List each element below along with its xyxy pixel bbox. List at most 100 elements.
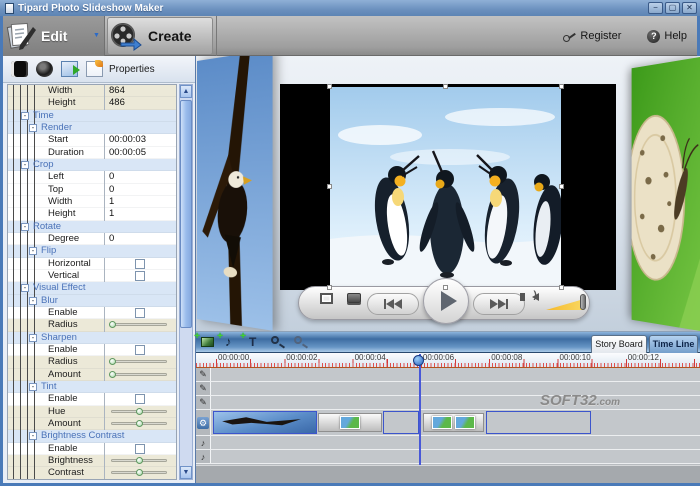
hue-value-cell[interactable] bbox=[104, 405, 176, 418]
brightness-value-cell[interactable] bbox=[104, 454, 176, 468]
properties-icon[interactable] bbox=[86, 60, 103, 77]
mute-button[interactable] bbox=[519, 290, 543, 301]
collapse-toggle[interactable]: - bbox=[29, 247, 37, 256]
slider-thumb[interactable] bbox=[136, 469, 143, 477]
enable-checkbox[interactable] bbox=[135, 344, 145, 355]
section-sharpen[interactable]: - Sharpen bbox=[8, 331, 176, 344]
collapse-toggle[interactable]: - bbox=[29, 123, 37, 132]
enable-value-cell[interactable] bbox=[104, 442, 176, 455]
enable-checkbox[interactable] bbox=[135, 394, 145, 405]
radius-slider[interactable] bbox=[109, 358, 167, 366]
scroll-down-arrow[interactable]: ▼ bbox=[180, 466, 192, 479]
section-render[interactable]: - Render bbox=[8, 121, 176, 135]
brightness-slider[interactable] bbox=[111, 457, 167, 464]
selection-handle[interactable] bbox=[327, 84, 332, 89]
enable-value-cell[interactable] bbox=[104, 306, 176, 320]
selection-handle[interactable] bbox=[442, 84, 448, 89]
selection-handle[interactable] bbox=[327, 184, 332, 189]
clip-transition[interactable] bbox=[318, 413, 382, 432]
panel-scrollbar[interactable]: ▲ ▼ bbox=[179, 84, 193, 480]
scroll-up-arrow[interactable]: ▲ bbox=[180, 85, 192, 98]
transition-icon[interactable] bbox=[61, 61, 80, 77]
selection-handle[interactable] bbox=[442, 285, 448, 290]
music-note-icon[interactable]: ♪ bbox=[201, 452, 206, 462]
amount-slider[interactable] bbox=[109, 370, 167, 378]
collapse-toggle[interactable]: - bbox=[21, 222, 29, 231]
amount-slider[interactable] bbox=[111, 420, 167, 428]
edit-dropdown-arrow[interactable]: ▼ bbox=[93, 32, 100, 39]
height-value-cell[interactable]: 1 bbox=[104, 208, 176, 221]
slider-thumb[interactable] bbox=[109, 370, 116, 378]
next-button[interactable] bbox=[473, 293, 525, 315]
contrast-slider[interactable] bbox=[111, 469, 167, 477]
collapse-toggle[interactable]: - bbox=[29, 296, 37, 305]
edit-button[interactable]: Edit ▼ bbox=[3, 16, 105, 56]
slider-thumb[interactable] bbox=[136, 407, 143, 415]
clip-penguins[interactable] bbox=[383, 411, 419, 434]
track-text-0[interactable]: ✎ bbox=[196, 368, 700, 382]
radius-slider[interactable] bbox=[109, 321, 167, 329]
selection-handle[interactable] bbox=[559, 184, 564, 189]
width-value-cell[interactable]: 1 bbox=[104, 195, 176, 209]
maximize-button[interactable]: ▢ bbox=[665, 2, 680, 14]
top-value-cell[interactable]: 0 bbox=[104, 183, 176, 196]
scrollbar-thumb[interactable] bbox=[180, 100, 192, 328]
collapse-toggle[interactable]: - bbox=[21, 160, 29, 169]
minimize-button[interactable]: − bbox=[648, 2, 663, 14]
tab-time-line[interactable]: Time Line bbox=[649, 335, 698, 353]
lens-icon[interactable] bbox=[36, 61, 53, 77]
section-blur[interactable]: - Blur bbox=[8, 294, 176, 307]
clip-butterfly[interactable] bbox=[486, 411, 591, 434]
playhead-knob[interactable] bbox=[413, 355, 424, 366]
preview-photo-butterfly[interactable] bbox=[632, 57, 700, 331]
clip-eagle[interactable] bbox=[213, 411, 317, 434]
degree-value-cell[interactable]: 0 bbox=[104, 232, 176, 246]
register-button[interactable]: Register bbox=[563, 30, 621, 43]
track-audio-4[interactable]: ♪ bbox=[196, 436, 700, 450]
pencil-icon[interactable]: ✎ bbox=[199, 369, 207, 380]
preview-photo-penguins[interactable] bbox=[327, 84, 564, 290]
timeline-ruler[interactable]: 00:00:00 00:00:02 00:00:04 00:00:06 00:00:08… bbox=[196, 353, 700, 368]
create-button[interactable]: Create bbox=[107, 17, 213, 55]
duration-value-cell[interactable]: 00:00:05 bbox=[104, 146, 176, 159]
playhead-line[interactable] bbox=[419, 354, 421, 465]
selection-handle[interactable] bbox=[559, 285, 564, 290]
vertical-checkbox[interactable] bbox=[135, 270, 145, 281]
amount-value-cell[interactable] bbox=[104, 417, 176, 431]
section-brightness-contrast[interactable]: - Brightness Contrast bbox=[8, 430, 176, 443]
left-value-cell[interactable]: 0 bbox=[104, 171, 176, 184]
section-visual-effect[interactable]: - Visual Effect bbox=[8, 282, 176, 295]
collapse-toggle[interactable]: - bbox=[29, 333, 37, 342]
horizontal-value-cell[interactable] bbox=[104, 257, 176, 270]
pencil-icon[interactable]: ✎ bbox=[199, 397, 207, 408]
selection-handle[interactable] bbox=[327, 285, 332, 290]
start-value-cell[interactable]: 00:00:03 bbox=[104, 134, 176, 147]
amount-value-cell[interactable] bbox=[104, 368, 176, 381]
slider-thumb[interactable] bbox=[136, 420, 143, 428]
section-time[interactable]: - Time bbox=[8, 109, 176, 122]
track-audio-5[interactable]: ♪ bbox=[196, 450, 700, 464]
radius-value-cell[interactable] bbox=[104, 356, 176, 369]
contrast-value-cell[interactable] bbox=[104, 467, 176, 479]
section-crop[interactable]: - Crop bbox=[8, 158, 176, 172]
vertical-value-cell[interactable] bbox=[104, 269, 176, 283]
enable-checkbox[interactable] bbox=[135, 307, 145, 318]
film-frame-icon[interactable] bbox=[11, 61, 28, 77]
fit-screen-button[interactable] bbox=[317, 293, 335, 304]
gear-icon[interactable]: ⚙ bbox=[197, 416, 209, 429]
snapshot-button[interactable] bbox=[345, 293, 363, 303]
section-tint[interactable]: - Tint bbox=[8, 380, 176, 394]
volume-knob[interactable] bbox=[580, 294, 586, 310]
track-text-1[interactable]: ✎ bbox=[196, 382, 700, 396]
section-flip[interactable]: - Flip bbox=[8, 245, 176, 258]
pencil-icon[interactable]: ✎ bbox=[199, 383, 207, 394]
enable-checkbox[interactable] bbox=[135, 443, 145, 454]
track-video-3[interactable]: ⚙ bbox=[196, 410, 700, 436]
slider-thumb[interactable] bbox=[109, 321, 116, 329]
horizontal-checkbox[interactable] bbox=[135, 258, 145, 269]
close-button[interactable]: ✕ bbox=[682, 2, 697, 14]
selection-handle[interactable] bbox=[559, 84, 564, 89]
music-note-icon[interactable]: ♪ bbox=[201, 438, 206, 448]
radius-value-cell[interactable] bbox=[104, 319, 176, 332]
collapse-toggle[interactable]: - bbox=[21, 284, 29, 293]
